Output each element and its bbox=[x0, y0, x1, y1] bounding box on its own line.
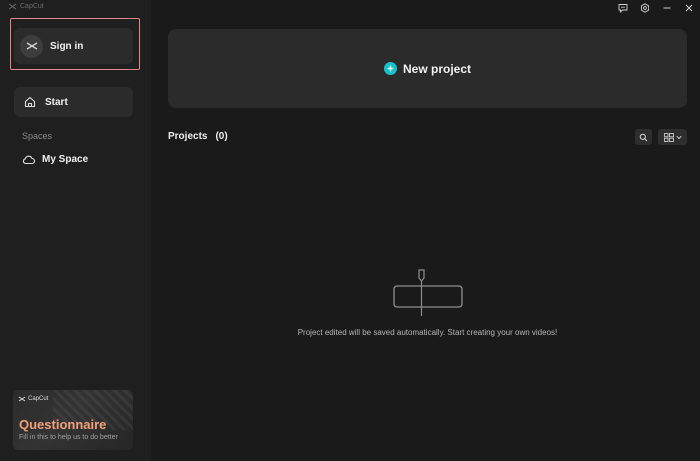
app-brand: CapCut bbox=[8, 3, 44, 10]
home-icon bbox=[24, 96, 36, 108]
cloud-icon bbox=[22, 155, 35, 164]
projects-title: Projects bbox=[168, 131, 208, 142]
new-project-label: New project bbox=[402, 61, 471, 76]
promo-subtitle: Fill in this to help us to do better bbox=[19, 434, 118, 441]
promo-brand-label: CapCut bbox=[28, 396, 49, 402]
search-projects-button[interactable] bbox=[635, 129, 652, 145]
projects-heading: Projects (0) bbox=[168, 131, 228, 142]
sidebar-item-label: My Space bbox=[42, 153, 89, 165]
settings-button[interactable] bbox=[634, 0, 656, 16]
minimize-button[interactable] bbox=[656, 0, 678, 16]
sidebar-item-my-space[interactable]: My Space bbox=[14, 149, 133, 169]
app-brand-label: CapCut bbox=[20, 3, 44, 10]
sign-in-button[interactable]: Sign in bbox=[14, 28, 133, 64]
feedback-icon bbox=[618, 4, 628, 13]
questionnaire-banner[interactable]: CapCut Questionnaire Fill in this to hel… bbox=[13, 390, 133, 450]
sidebar-item-label: Start bbox=[45, 96, 68, 108]
window-controls bbox=[612, 0, 700, 16]
avatar bbox=[20, 34, 43, 58]
close-icon bbox=[685, 4, 693, 12]
settings-icon bbox=[640, 3, 650, 13]
grid-view-icon bbox=[663, 132, 674, 142]
view-mode-dropdown[interactable] bbox=[658, 129, 687, 145]
plus-icon bbox=[383, 62, 397, 75]
promo-title: Questionnaire bbox=[19, 417, 107, 432]
empty-state-message: Project edited will be saved automatical… bbox=[297, 328, 558, 337]
capcut-logo-icon bbox=[8, 3, 17, 10]
sidebar-item-start[interactable]: Start bbox=[14, 87, 133, 117]
empty-timeline-illustration bbox=[393, 269, 463, 316]
search-icon bbox=[639, 133, 648, 141]
capcut-avatar-icon bbox=[26, 42, 37, 50]
projects-count: (0) bbox=[215, 131, 228, 142]
chevron-down-icon bbox=[675, 135, 682, 139]
minimize-icon bbox=[663, 7, 671, 9]
feedback-button[interactable] bbox=[612, 0, 634, 16]
close-button[interactable] bbox=[678, 0, 700, 16]
spaces-heading: Spaces bbox=[22, 131, 53, 141]
sidebar: CapCut Sign in Start Spaces My Space Cap… bbox=[0, 0, 151, 461]
capcut-logo-icon bbox=[18, 396, 26, 402]
sign-in-label: Sign in bbox=[50, 40, 84, 52]
new-project-button[interactable]: New project bbox=[168, 29, 687, 108]
promo-brand: CapCut bbox=[18, 396, 48, 402]
